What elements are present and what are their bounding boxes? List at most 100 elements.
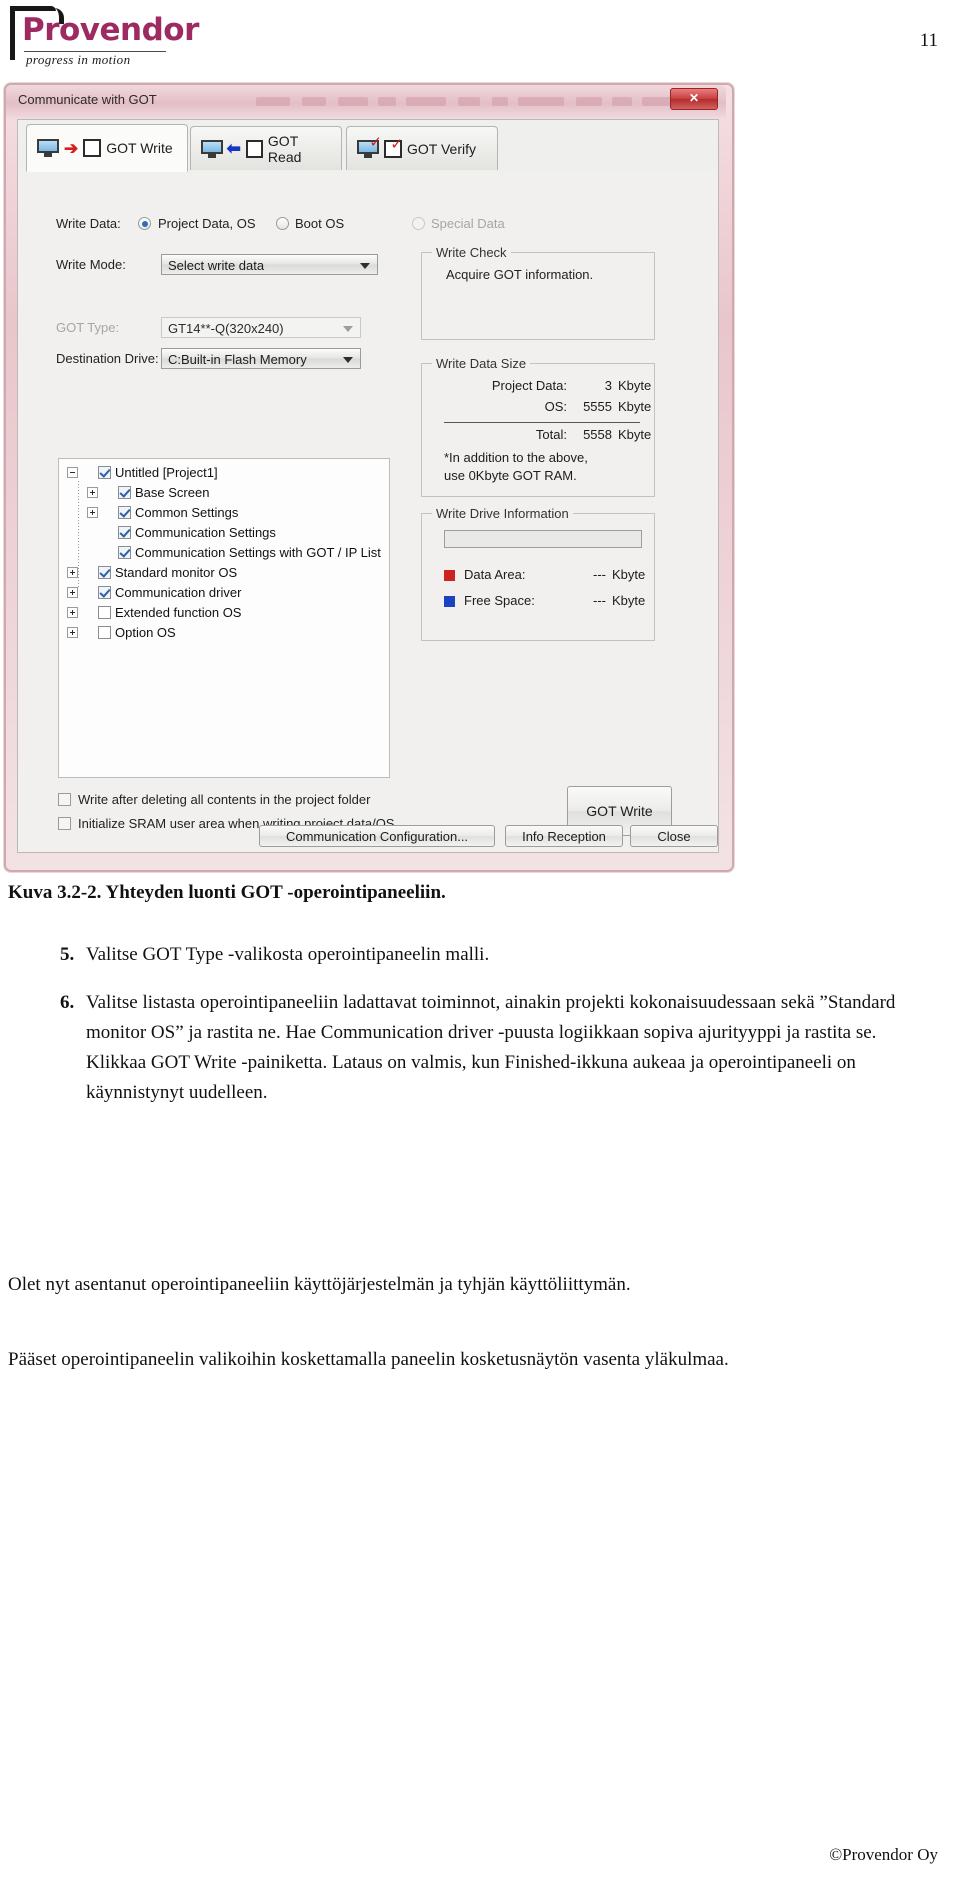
- tree-node-label: Communication driver: [115, 585, 242, 600]
- tree-connector: [82, 467, 94, 478]
- tree-node-label: Untitled [Project1]: [115, 465, 218, 480]
- os-size-value: 5555: [583, 399, 612, 414]
- expander-plus-icon[interactable]: [67, 587, 78, 598]
- close-icon[interactable]: ✕: [670, 88, 718, 110]
- destination-drive-select[interactable]: C:Built-in Flash Memory: [161, 348, 361, 369]
- write-mode-select[interactable]: Select write data: [161, 254, 378, 275]
- expander-minus-icon[interactable]: [67, 467, 78, 478]
- checkbox[interactable]: [118, 546, 131, 559]
- checkbox[interactable]: [58, 817, 71, 830]
- expander-plus-icon[interactable]: [87, 487, 98, 498]
- monitor-check-icon: ✓: [357, 133, 382, 158]
- tree-connector: [82, 567, 94, 578]
- logo-wordmark: Provendor: [22, 12, 199, 48]
- radio-special-data[interactable]: [412, 217, 425, 230]
- tab-got-write-label: GOT Write: [106, 140, 173, 156]
- project-data-size-label: Project Data:: [491, 378, 567, 393]
- tree-node[interactable]: Option OS: [67, 623, 176, 642]
- radio-boot-os[interactable]: [276, 217, 289, 230]
- tree-node-label: Communication Settings: [135, 525, 276, 540]
- expander-plus-icon[interactable]: [67, 607, 78, 618]
- chevron-down-icon: [343, 357, 353, 363]
- list-item: 5. Valitse GOT Type -valikosta operointi…: [8, 940, 938, 970]
- write-check-text: Acquire GOT information.: [446, 267, 594, 282]
- checkbox[interactable]: [98, 586, 111, 599]
- destination-drive-label: Destination Drive:: [56, 351, 159, 366]
- checkbox[interactable]: [98, 606, 111, 619]
- got-type-label: GOT Type:: [56, 320, 120, 335]
- write-drive-information-group: Write Drive Information Data Area: --- K…: [421, 506, 655, 641]
- os-size-label: OS:: [544, 399, 567, 414]
- info-reception-button[interactable]: Info Reception: [505, 825, 623, 847]
- tab-got-write[interactable]: ➔ GOT Write: [26, 124, 188, 172]
- checkbox[interactable]: [118, 526, 131, 539]
- tree-node-label: Base Screen: [135, 485, 210, 500]
- tree-node-label: Standard monitor OS: [115, 565, 238, 580]
- expander-plus-icon[interactable]: [67, 627, 78, 638]
- radio-special-data-label: Special Data: [431, 216, 505, 231]
- ram-note-line2: use 0Kbyte GOT RAM.: [444, 468, 577, 483]
- paragraph-installed: Olet nyt asentanut operointipaneeliin kä…: [8, 1274, 631, 1295]
- tab-got-read[interactable]: ⬅ GOT Read: [190, 126, 342, 170]
- tree-node[interactable]: Untitled [Project1]: [67, 463, 218, 482]
- project-tree[interactable]: Untitled [Project1] Base Screen Common S…: [58, 458, 390, 778]
- tree-connector: [82, 587, 94, 598]
- checkbox[interactable]: [58, 793, 71, 806]
- total-size-label: Total:: [535, 427, 567, 442]
- write-after-deleting-checkbox-row[interactable]: Write after deleting all contents in the…: [58, 792, 370, 807]
- os-size-unit: Kbyte: [618, 399, 652, 414]
- tree-node-label: Extended function OS: [115, 605, 242, 620]
- radio-project-data-os[interactable]: [138, 217, 151, 230]
- write-drive-information-title: Write Drive Information: [432, 506, 573, 521]
- write-after-deleting-label: Write after deleting all contents in the…: [78, 792, 371, 807]
- total-size-value: 5558: [583, 427, 612, 442]
- logo-tagline: progress in motion: [26, 52, 131, 67]
- tree-node[interactable]: Communication Settings: [87, 523, 276, 542]
- tree-node[interactable]: Base Screen: [87, 483, 209, 502]
- tree-node[interactable]: Communication Settings with GOT / IP Lis…: [87, 543, 381, 562]
- checkbox[interactable]: [118, 486, 131, 499]
- checkbox[interactable]: [98, 466, 111, 479]
- free-space-value: ---: [593, 593, 606, 608]
- free-space-label: Free Space:: [464, 593, 535, 608]
- tree-connector: [102, 527, 114, 538]
- tree-connector: [82, 627, 94, 638]
- page-footer: ©Provendor Oy: [829, 1845, 938, 1864]
- tree-node[interactable]: Standard monitor OS: [67, 563, 237, 582]
- expander-plus-icon[interactable]: [67, 567, 78, 578]
- paragraph-menu-access: Pääset operointipaneelin valikoihin kosk…: [8, 1349, 729, 1370]
- chevron-down-icon: [360, 263, 370, 269]
- free-space-unit: Kbyte: [612, 593, 646, 608]
- communication-configuration-button[interactable]: Communication Configuration...: [259, 825, 495, 847]
- tree-node[interactable]: Extended function OS: [67, 603, 241, 622]
- write-data-size-group: Write Data Size Project Data: 3 Kbyte OS…: [421, 356, 655, 497]
- tree-connector: [102, 507, 114, 518]
- write-data-label: Write Data:: [56, 216, 121, 231]
- checkbox[interactable]: [98, 626, 111, 639]
- expander-plus-icon[interactable]: [87, 507, 98, 518]
- tab-got-verify[interactable]: ✓ ✓ GOT Verify: [346, 126, 498, 170]
- step-text: Valitse GOT Type -valikosta operointipan…: [86, 944, 490, 965]
- page-header: Provendor progress in motion 11: [0, 0, 960, 70]
- memory-card-icon: [245, 139, 263, 158]
- checkbox[interactable]: [98, 566, 111, 579]
- project-data-size-unit: Kbyte: [618, 378, 652, 393]
- got-type-select[interactable]: GT14**-Q(320x240): [161, 317, 361, 338]
- arrow-left-icon: ⬅: [226, 139, 241, 158]
- page-number: 11: [919, 30, 938, 51]
- tree-node-label: Communication Settings with GOT / IP Lis…: [135, 545, 381, 560]
- tree-connector: [82, 607, 94, 618]
- arrow-right-icon: ➔: [64, 138, 79, 158]
- write-check-group: Write Check Acquire GOT information.: [421, 245, 655, 340]
- tree-connector: [102, 547, 114, 558]
- tree-node[interactable]: Communication driver: [67, 583, 241, 602]
- data-area-unit: Kbyte: [612, 567, 646, 582]
- tab-strip: ➔ GOT Write ⬅ GOT Read ✓ ✓ GOT Verify: [18, 120, 718, 173]
- tree-node[interactable]: Common Settings: [87, 503, 238, 522]
- dialog-body: ➔ GOT Write ⬅ GOT Read ✓ ✓ GOT Verify Wr…: [17, 119, 719, 853]
- close-button[interactable]: Close: [630, 825, 718, 847]
- checkbox[interactable]: [118, 506, 131, 519]
- write-data-size-title: Write Data Size: [432, 356, 531, 371]
- divider: [444, 422, 640, 423]
- write-mode-value: Select write data: [168, 258, 265, 273]
